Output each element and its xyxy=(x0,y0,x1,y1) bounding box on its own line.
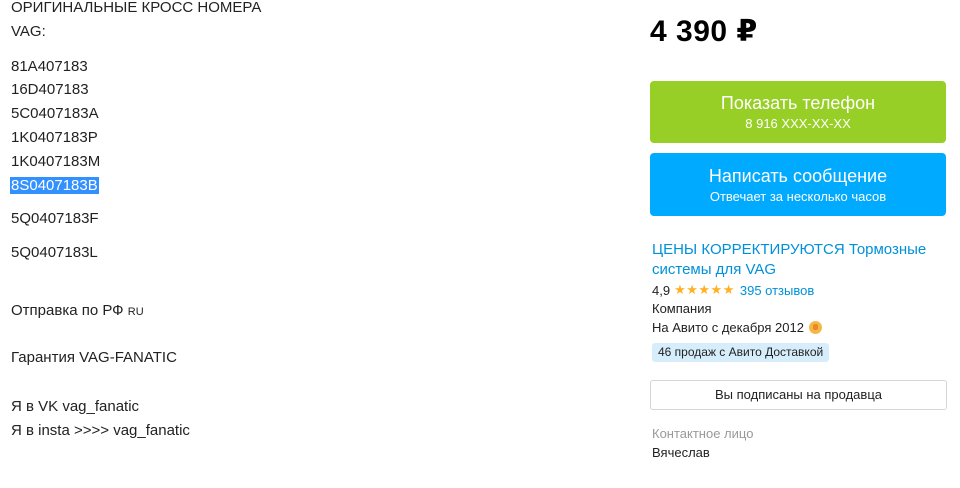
delivery-badge: 46 продаж с Авито Доставкой xyxy=(652,343,830,362)
contact-person-name: Вячеслав xyxy=(652,445,710,460)
description-brand: VAG: xyxy=(11,23,46,40)
write-message-button[interactable]: Написать сообщение Отвечает за несколько… xyxy=(650,153,946,216)
rating-stars-icon: ★★★★★ xyxy=(674,282,735,297)
seller-name-link[interactable]: ЦЕНЫ КОРРЕКТИРУЮТСЯ Тормозные системы дл… xyxy=(652,240,952,280)
shipping-info: Отправка по РФ RU xyxy=(11,301,144,322)
cross-number: 81A407183 xyxy=(11,58,88,75)
write-message-label: Написать сообщение xyxy=(708,166,888,186)
description-heading: ОРИГИНАЛЬНЫЕ КРОСС НОМЕРА xyxy=(11,0,262,16)
phone-number-masked: 8 916 XXX-XX-XX xyxy=(745,116,851,131)
cross-number-selected: 8S0407183B xyxy=(10,177,99,194)
response-time: Отвечает за несколько часов xyxy=(709,189,887,204)
cross-number: 5C0407183A xyxy=(11,105,99,122)
cross-number: 1K0407183M xyxy=(11,153,101,170)
reviews-link[interactable]: 395 отзывов xyxy=(740,283,814,298)
cross-number: 5Q0407183L xyxy=(11,244,98,261)
shipping-tag: RU xyxy=(127,306,144,318)
rating-value: 4,9 xyxy=(652,282,671,298)
seller-since-text: На Авито с декабря 2012 xyxy=(652,320,804,335)
contact-person-label: Контактное лицо xyxy=(652,426,754,441)
show-phone-button[interactable]: Показать телефон 8 916 XXX-XX-XX xyxy=(650,81,946,143)
warranty-info: Гарантия VAG-FANATIC xyxy=(11,349,177,366)
cross-number: 16D407183 xyxy=(11,81,89,98)
medal-icon xyxy=(808,321,822,334)
cross-number: 1K0407183P xyxy=(11,129,98,146)
seller-since: На Авито с декабря 2012 xyxy=(652,320,822,335)
item-price: 4 390 ₽ xyxy=(650,15,758,48)
vk-info: Я в VK vag_fanatic xyxy=(11,398,140,415)
seller-rating: 4,9 ★★★★★ 395 отзывов xyxy=(652,282,814,298)
seller-type: Компания xyxy=(652,301,712,316)
subscribe-button[interactable]: Вы подписаны на продавца xyxy=(650,380,947,410)
show-phone-label: Показать телефон xyxy=(720,93,876,113)
shipping-text: Отправка по РФ xyxy=(11,302,124,319)
cross-number: 5Q0407183F xyxy=(11,210,99,227)
insta-info: Я в insta >>>> vag_fanatic xyxy=(11,422,190,439)
